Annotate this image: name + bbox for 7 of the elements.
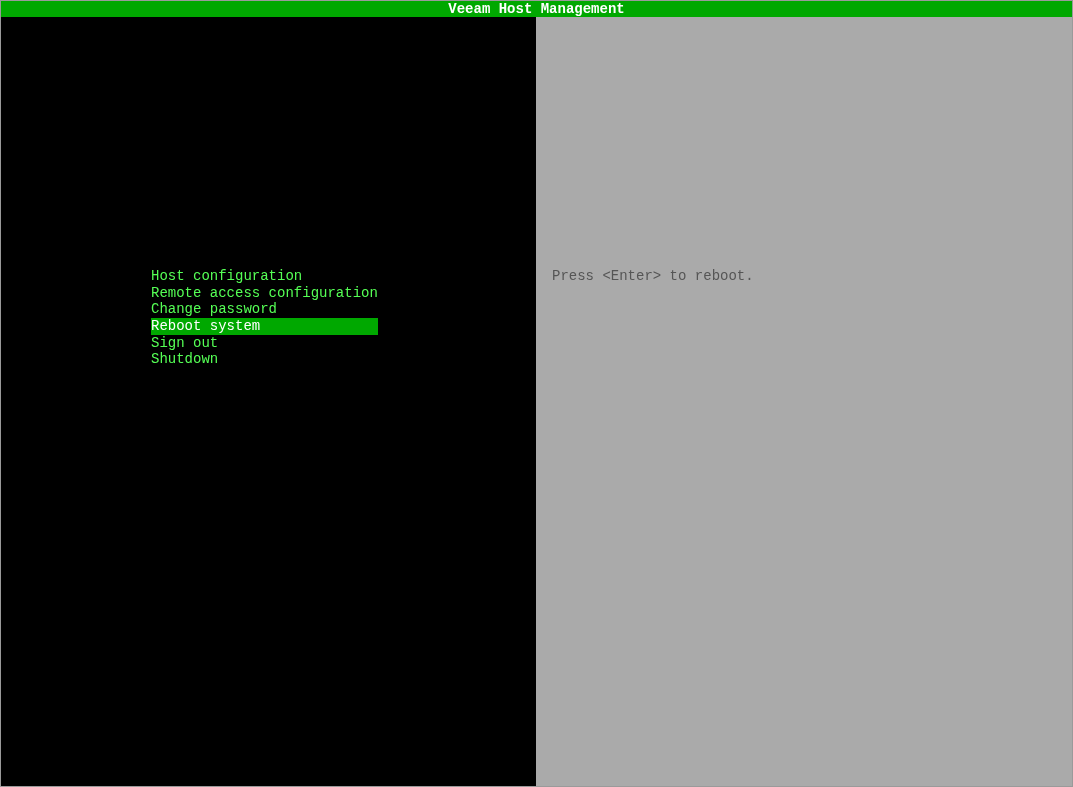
menu-item[interactable]: Shutdown [151, 351, 378, 369]
menu-item[interactable]: Host configuration [151, 268, 378, 285]
window-title: Veeam Host Management [448, 1, 625, 17]
menu-item[interactable]: Sign out [151, 334, 378, 352]
menu-item[interactable]: Change password [151, 301, 378, 319]
menu-item[interactable]: Remote access configuration [151, 284, 378, 302]
description-text: Press <Enter> to reboot. [552, 268, 754, 284]
